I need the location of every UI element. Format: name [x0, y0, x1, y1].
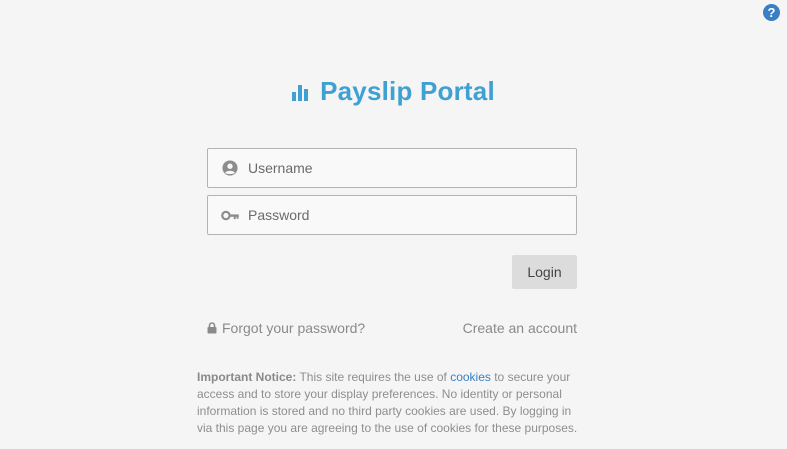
forgot-password-label: Forgot your password?	[222, 320, 366, 336]
create-account-link[interactable]: Create an account	[463, 320, 577, 336]
password-input[interactable]	[248, 196, 568, 234]
login-page: ? Payslip Portal Login Forgot your passw…	[0, 0, 787, 449]
cookies-link[interactable]: cookies	[450, 370, 491, 384]
username-field[interactable]	[207, 148, 577, 188]
user-circle-icon	[222, 160, 238, 176]
cookie-notice: Important Notice: This site requires the…	[197, 369, 589, 437]
lock-icon	[207, 322, 217, 334]
help-icon[interactable]: ?	[763, 4, 780, 21]
notice-text-before: This site requires the use of	[296, 370, 451, 384]
login-button[interactable]: Login	[512, 255, 577, 289]
key-icon	[221, 210, 239, 221]
notice-heading: Important Notice:	[197, 370, 297, 384]
brand-header: Payslip Portal	[0, 76, 787, 107]
username-input[interactable]	[248, 149, 568, 187]
bar-chart-icon	[292, 84, 310, 101]
password-field[interactable]	[207, 195, 577, 235]
forgot-password-link[interactable]: Forgot your password?	[207, 320, 365, 336]
page-title: Payslip Portal	[320, 76, 495, 106]
